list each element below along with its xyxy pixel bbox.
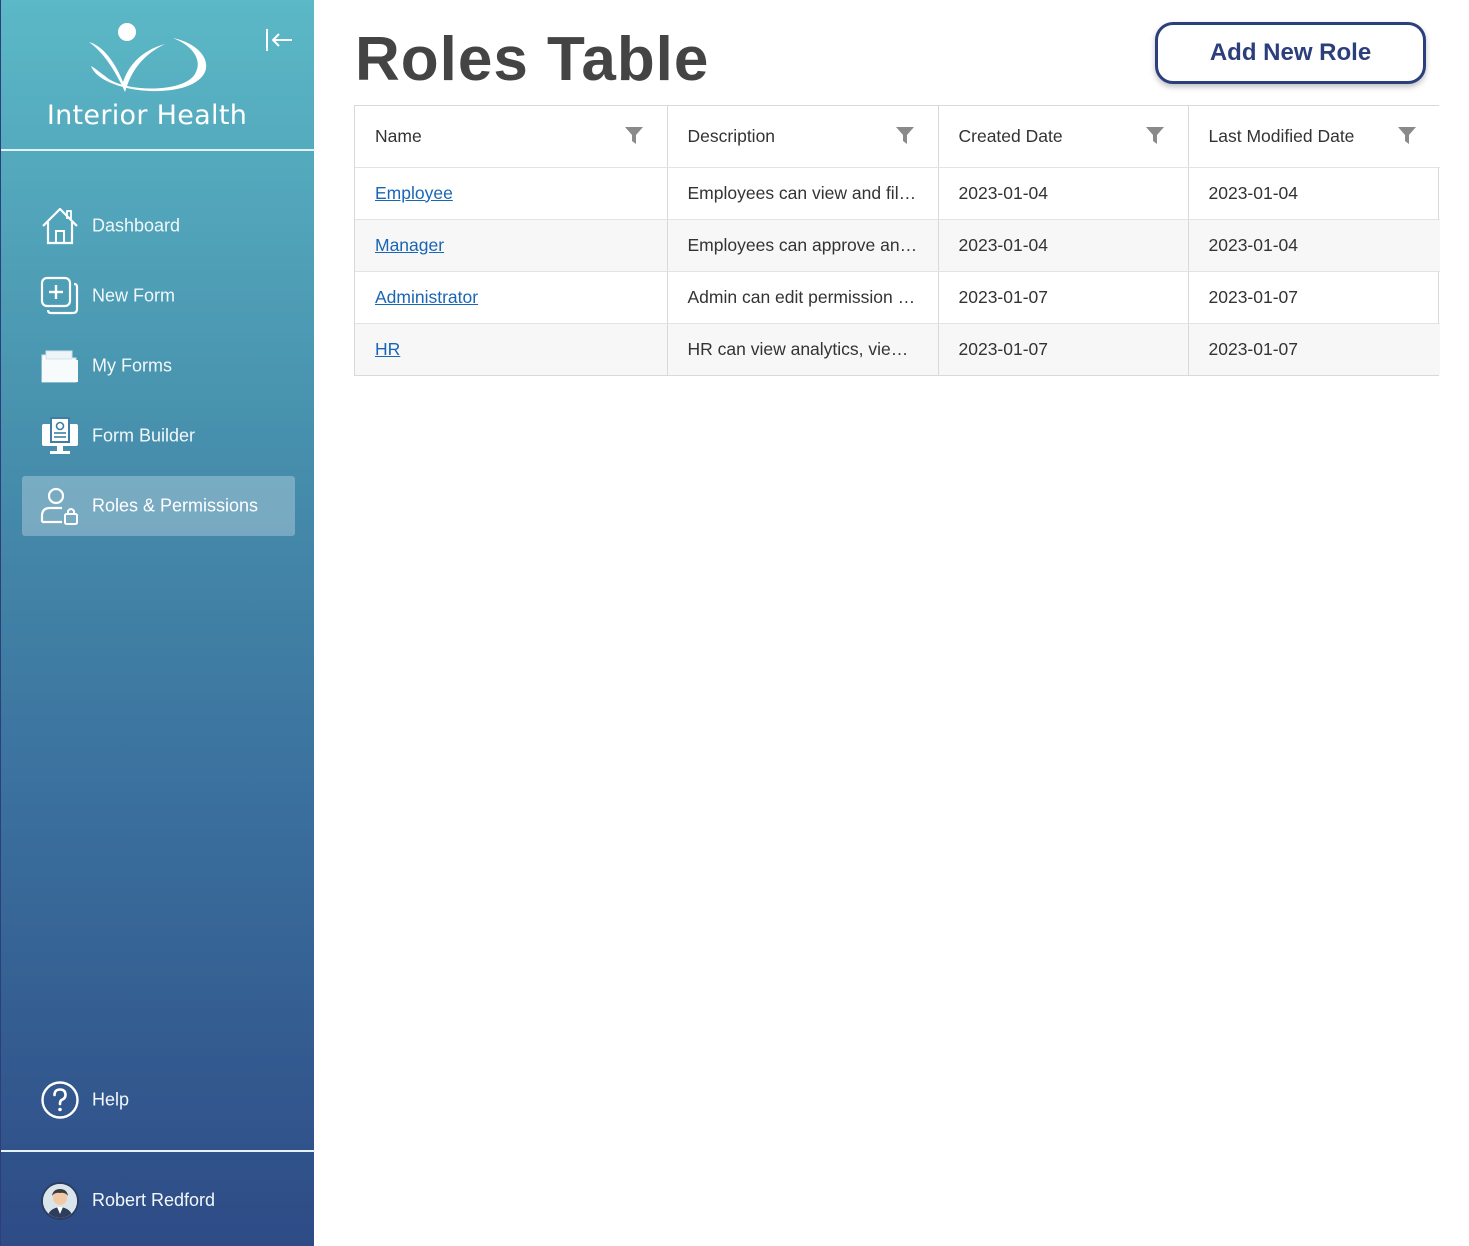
- filter-icon[interactable]: [1145, 127, 1164, 144]
- help-icon: [41, 1081, 79, 1119]
- role-link[interactable]: Manager: [375, 235, 444, 255]
- filter-icon[interactable]: [895, 127, 914, 144]
- modified-date-cell: 2023-01-07: [1188, 271, 1440, 324]
- help-button[interactable]: Help: [22, 1070, 295, 1130]
- home-icon: [42, 207, 78, 245]
- column-header-description[interactable]: Description: [667, 106, 939, 168]
- user-profile[interactable]: Robert Redford: [1, 1150, 315, 1246]
- user-name: Robert Redford: [92, 1190, 216, 1210]
- table-row: Manager Employees can approve an… 2023-0…: [355, 219, 1440, 272]
- table-row: Employee Employees can view and fil… 202…: [355, 167, 1440, 220]
- sidebar: Interior Health Dashboard New Form My Fo…: [0, 0, 315, 1246]
- role-name-cell: Administrator: [355, 271, 668, 324]
- filter-icon[interactable]: [624, 127, 643, 144]
- column-header-label: Created Date: [958, 125, 1063, 146]
- sidebar-item-label: Form Builder: [92, 425, 196, 446]
- column-header-label: Name: [375, 125, 422, 146]
- role-name-cell: Manager: [355, 219, 668, 272]
- sidebar-item-dashboard[interactable]: Dashboard: [22, 196, 295, 256]
- add-form-icon: [40, 276, 79, 315]
- folder-icon: [41, 350, 78, 383]
- sidebar-item-roles-permissions[interactable]: Roles & Permissions: [22, 476, 295, 536]
- role-description-cell: Employees can view and fil…: [667, 167, 939, 220]
- user-avatar-icon: [43, 1184, 77, 1218]
- page-title: Roles Table: [355, 25, 710, 94]
- modified-date-cell: 2023-01-04: [1188, 167, 1440, 220]
- sidebar-item-my-forms[interactable]: My Forms: [22, 336, 295, 396]
- column-header-last-modified-date[interactable]: Last Modified Date: [1188, 106, 1440, 168]
- role-link[interactable]: HR: [375, 339, 400, 359]
- interior-health-logo: [89, 23, 207, 92]
- column-header-label: Last Modified Date: [1208, 125, 1355, 146]
- role-name-cell: Employee: [355, 167, 668, 220]
- table-row: Administrator Admin can edit permission …: [355, 271, 1440, 324]
- created-date-cell: 2023-01-07: [938, 271, 1189, 324]
- sidebar-item-label: Roles & Permissions: [92, 495, 259, 516]
- add-new-role-button[interactable]: Add New Role: [1155, 22, 1426, 84]
- role-description-cell: Admin can edit permission …: [667, 271, 939, 324]
- role-name-cell: HR: [355, 323, 668, 375]
- sidebar-item-form-builder[interactable]: Form Builder: [22, 406, 295, 466]
- sidebar-item-label: New Form: [92, 285, 176, 306]
- modified-date-cell: 2023-01-07: [1188, 323, 1440, 375]
- collapse-sidebar-icon[interactable]: [263, 26, 295, 56]
- column-header-name[interactable]: Name: [355, 106, 668, 168]
- role-link[interactable]: Administrator: [375, 287, 478, 307]
- column-header-created-date[interactable]: Created Date: [938, 106, 1189, 168]
- brand-header: Interior Health: [1, 0, 315, 151]
- role-description-cell: HR can view analytics, vie…: [667, 323, 939, 375]
- avatar: [41, 1182, 79, 1220]
- role-link[interactable]: Employee: [375, 183, 453, 203]
- sidebar-nav: Dashboard New Form My Forms Form Builder…: [22, 196, 295, 546]
- brand-name: Interior Health: [46, 100, 248, 131]
- roles-table: Name Description Created Date Last Modif…: [354, 105, 1440, 376]
- sidebar-item-new-form[interactable]: New Form: [22, 266, 295, 326]
- modified-date-cell: 2023-01-04: [1188, 219, 1440, 272]
- help-label: Help: [92, 1089, 130, 1110]
- table-row: HR HR can view analytics, vie… 2023-01-0…: [355, 323, 1440, 375]
- user-lock-icon: [40, 487, 78, 525]
- form-builder-icon: [42, 417, 78, 454]
- table-header-row: Name Description Created Date Last Modif…: [355, 106, 1440, 168]
- created-date-cell: 2023-01-04: [938, 219, 1189, 272]
- role-description-cell: Employees can approve an…: [667, 219, 939, 272]
- created-date-cell: 2023-01-04: [938, 167, 1189, 220]
- sidebar-item-label: My Forms: [92, 355, 172, 376]
- column-header-label: Description: [687, 125, 776, 146]
- filter-icon[interactable]: [1398, 127, 1416, 144]
- created-date-cell: 2023-01-07: [938, 323, 1189, 375]
- sidebar-item-label: Dashboard: [92, 215, 181, 236]
